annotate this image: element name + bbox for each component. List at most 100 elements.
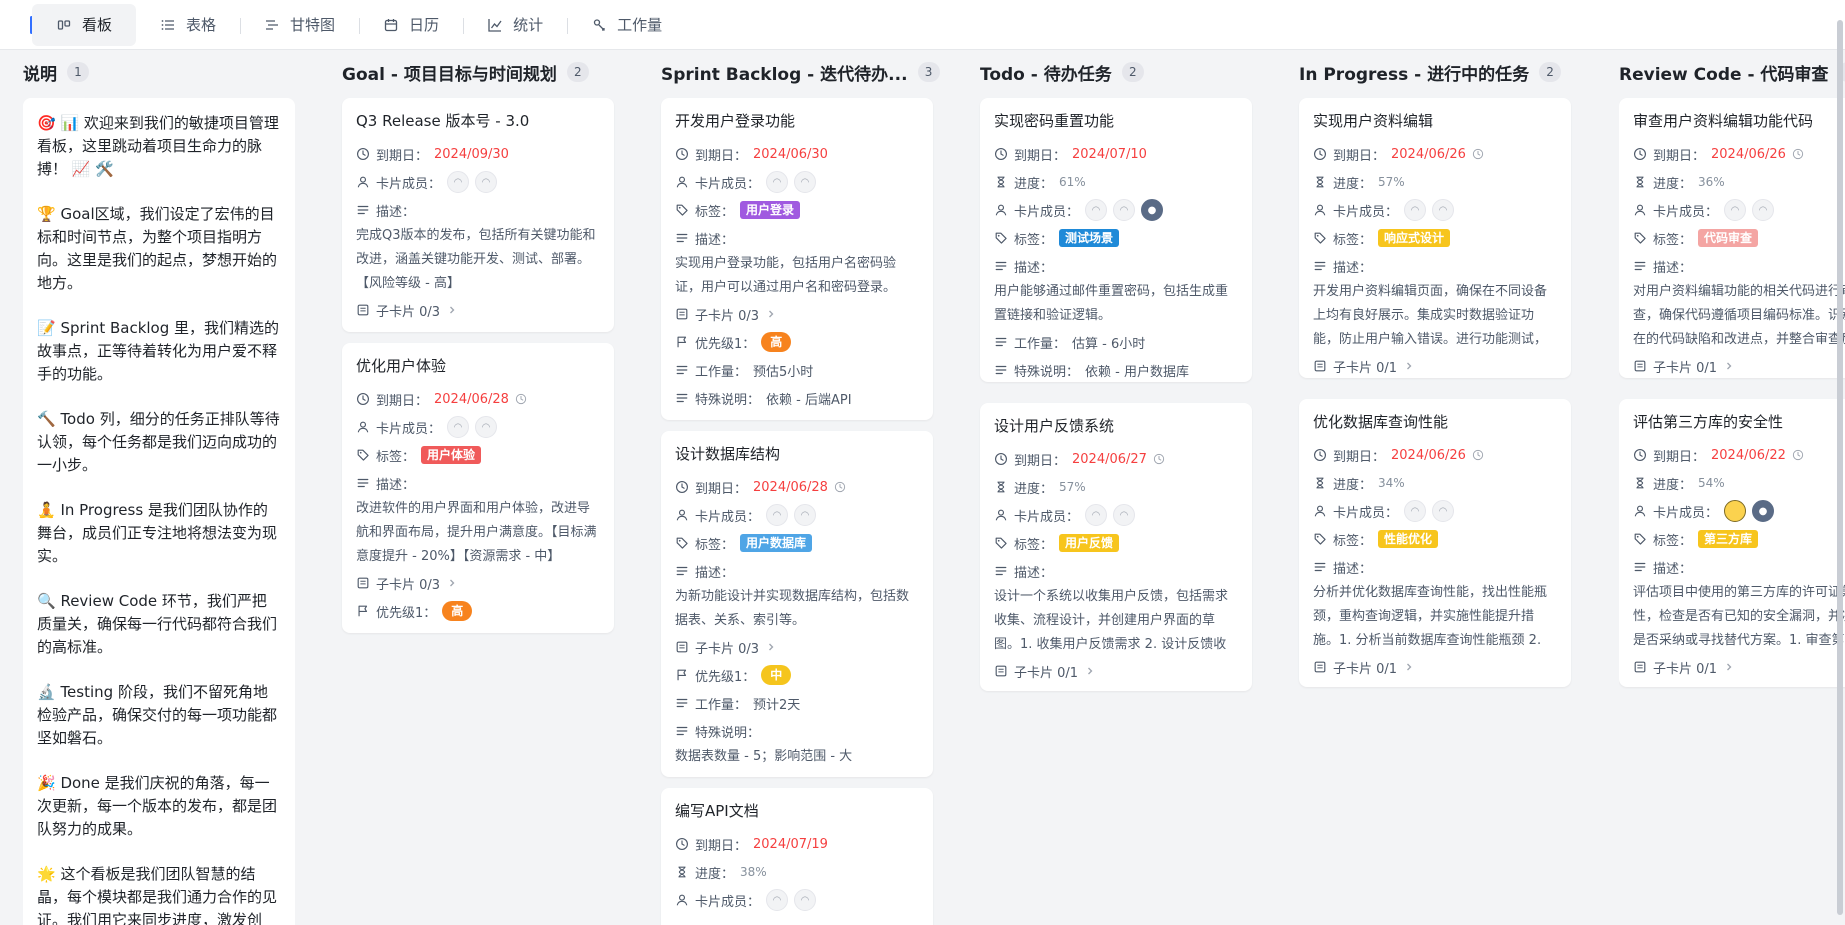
- subcard-link[interactable]: 子卡片 0/3: [356, 569, 600, 597]
- tag-badge[interactable]: 测试场景: [1059, 229, 1120, 247]
- subcard-icon: [356, 303, 370, 317]
- tag-badge[interactable]: 用户反馈: [1059, 534, 1120, 552]
- tag-label: 标签：: [695, 204, 735, 220]
- subcard-link[interactable]: 子卡片 0/3: [356, 296, 600, 324]
- due-date: 2024/06/26: [1711, 146, 1786, 162]
- intro-card[interactable]: 🎯 📊 欢迎来到我们的敏捷项目管理看板，这里跳动着项目生命力的脉搏！ 📈 🛠️ …: [23, 98, 295, 925]
- progress-value: 54%: [1698, 476, 1725, 490]
- avatar[interactable]: ◠: [766, 889, 789, 911]
- hourglass-icon: [994, 480, 1008, 494]
- task-card[interactable]: Q3 Release 版本号 - 3.0 到期日： 2024/09/30 卡片成员…: [342, 98, 614, 332]
- priority-badge[interactable]: 高: [761, 332, 792, 352]
- card-title: 评估第三方库的安全性: [1633, 413, 1784, 431]
- task-card[interactable]: 审查用户资料编辑功能代码 到期日： 2024/06/26 进度： 36% 卡片成员：…: [1619, 98, 1845, 378]
- priority-badge[interactable]: 中: [761, 665, 792, 685]
- subcard-link[interactable]: 子卡片 0/1: [1633, 653, 1845, 681]
- subcard-count: 子卡片 0/3: [376, 304, 441, 320]
- avatar[interactable]: ●: [1141, 199, 1164, 221]
- task-card[interactable]: 开发用户登录功能 到期日： 2024/06/30 卡片成员： ◠ ◠ 标签： 用户登录 …: [661, 98, 933, 420]
- avatar[interactable]: ◠: [1085, 504, 1108, 526]
- card-title: 设计用户反馈系统: [994, 417, 1115, 435]
- subcard-link[interactable]: 子卡片 0/3: [675, 633, 919, 661]
- avatar[interactable]: ◠: [1404, 199, 1427, 221]
- column-title: In Progress - 进行中的任务: [1299, 64, 1530, 85]
- task-card[interactable]: 优化用户体验 到期日： 2024/06/28 卡片成员： ◠ ◠ 标签： 用户体验 描述…: [342, 343, 614, 633]
- alarm-icon: [1472, 449, 1484, 461]
- subcard-link[interactable]: 子卡片 0/3: [675, 300, 919, 328]
- avatar[interactable]: [1724, 500, 1747, 522]
- tab-calendar[interactable]: 日历: [359, 4, 463, 46]
- user-icon: [1633, 504, 1647, 518]
- subcard-count: 子卡片 0/3: [376, 577, 441, 593]
- priority-label: 优先级1：: [376, 605, 437, 621]
- tag-badge[interactable]: 用户数据库: [740, 534, 813, 552]
- avatar[interactable]: ◠: [475, 416, 498, 438]
- task-card[interactable]: 实现用户资料编辑 到期日： 2024/06/26 进度： 57% 卡片成员： ◠ ◠ 标…: [1299, 98, 1571, 378]
- avatar[interactable]: ◠: [1432, 500, 1455, 522]
- chevron-right-icon: [1723, 661, 1735, 673]
- tab-board[interactable]: 看板: [32, 3, 137, 46]
- avatar[interactable]: ◠: [1404, 500, 1427, 522]
- task-card[interactable]: 优化数据库查询性能 到期日： 2024/06/26 进度： 34% 卡片成员： ◠ ◠ …: [1299, 399, 1571, 687]
- list-icon: [161, 19, 175, 30]
- task-card[interactable]: 评估第三方库的安全性 到期日： 2024/06/22 进度： 54% 卡片成员： ● …: [1619, 399, 1845, 687]
- special-value: 依赖 - 后端API: [766, 392, 852, 408]
- avatar[interactable]: ◠: [794, 889, 817, 911]
- avatar[interactable]: ◠: [447, 171, 470, 193]
- tag-badge[interactable]: 用户登录: [740, 201, 801, 219]
- due-date: 2024/06/26: [1391, 146, 1466, 162]
- tab-gantt[interactable]: 甘特图: [240, 4, 359, 46]
- avatar[interactable]: ◠: [1432, 199, 1455, 221]
- avatar[interactable]: ◠: [766, 171, 789, 193]
- subcard-count: 子卡片 0/1: [1653, 661, 1718, 677]
- subcard-link[interactable]: 子卡片 0/1: [1313, 653, 1557, 681]
- avatar[interactable]: ◠: [1724, 199, 1747, 221]
- tag-icon: [675, 203, 689, 217]
- due-label: 到期日：: [376, 148, 429, 164]
- tab-calendar-label: 日历: [409, 16, 440, 34]
- avatar[interactable]: ◠: [1085, 199, 1108, 221]
- subcard-link[interactable]: 子卡片 0/1: [994, 657, 1238, 685]
- due-date: 2024/07/19: [753, 836, 828, 852]
- special-label: 特殊说明：: [695, 392, 761, 408]
- user-icon: [994, 203, 1008, 217]
- due-label: 到期日：: [1653, 449, 1706, 465]
- workload-label: 工作量：: [695, 364, 748, 380]
- desc-label: 描述：: [1014, 565, 1054, 581]
- card-title: 优化数据库查询性能: [1313, 413, 1449, 431]
- due-label: 到期日：: [1333, 148, 1386, 164]
- avatar[interactable]: ◠: [794, 504, 817, 526]
- priority-badge[interactable]: 高: [442, 601, 473, 621]
- tag-badge[interactable]: 响应式设计: [1378, 229, 1451, 247]
- members-label: 卡片成员：: [1014, 204, 1080, 220]
- tag-label: 标签：: [1014, 232, 1054, 248]
- avatar[interactable]: ◠: [1113, 199, 1136, 221]
- tab-table[interactable]: 表格: [136, 4, 240, 46]
- tag-badge[interactable]: 代码审查: [1698, 229, 1759, 247]
- clock-icon: [1633, 147, 1647, 161]
- task-card[interactable]: 实现密码重置功能 到期日： 2024/07/10 进度： 61% 卡片成员： ◠ ◠ ● …: [980, 98, 1252, 382]
- subcard-count: 子卡片 0/1: [1333, 360, 1398, 376]
- column-title: Goal - 项目目标与时间规划: [342, 64, 557, 85]
- avatar[interactable]: ●: [1752, 500, 1775, 522]
- tag-badge[interactable]: 性能优化: [1378, 530, 1439, 548]
- tag-label: 标签：: [695, 537, 735, 553]
- avatar[interactable]: ◠: [447, 416, 470, 438]
- avatar[interactable]: ◠: [766, 504, 789, 526]
- vertical-scrollbar[interactable]: [1837, 20, 1843, 915]
- tab-stats[interactable]: 统计: [463, 4, 567, 46]
- avatar[interactable]: ◠: [794, 171, 817, 193]
- desc-label: 描述：: [1333, 561, 1373, 577]
- members-label: 卡片成员：: [1333, 505, 1399, 521]
- task-card[interactable]: 设计数据库结构 到期日： 2024/06/28 卡片成员： ◠ ◠ 标签： 用户数据库 …: [661, 431, 933, 777]
- avatar[interactable]: ◠: [475, 171, 498, 193]
- avatar[interactable]: ◠: [1113, 504, 1136, 526]
- avatar[interactable]: ◠: [1752, 199, 1775, 221]
- task-card[interactable]: 设计用户反馈系统 到期日： 2024/06/27 进度： 57% 卡片成员： ◠ ◠ 标…: [980, 403, 1252, 691]
- subcard-link[interactable]: 子卡片 0/1: [1313, 352, 1557, 378]
- subcard-link[interactable]: 子卡片 0/1: [1633, 352, 1845, 378]
- task-card[interactable]: 编写API文档 到期日： 2024/07/19 进度： 38% 卡片成员： ◠ ◠: [661, 788, 933, 925]
- tag-badge[interactable]: 第三方库: [1698, 530, 1759, 548]
- tag-badge[interactable]: 用户体验: [421, 446, 482, 464]
- tab-workload[interactable]: 工作量: [567, 4, 686, 46]
